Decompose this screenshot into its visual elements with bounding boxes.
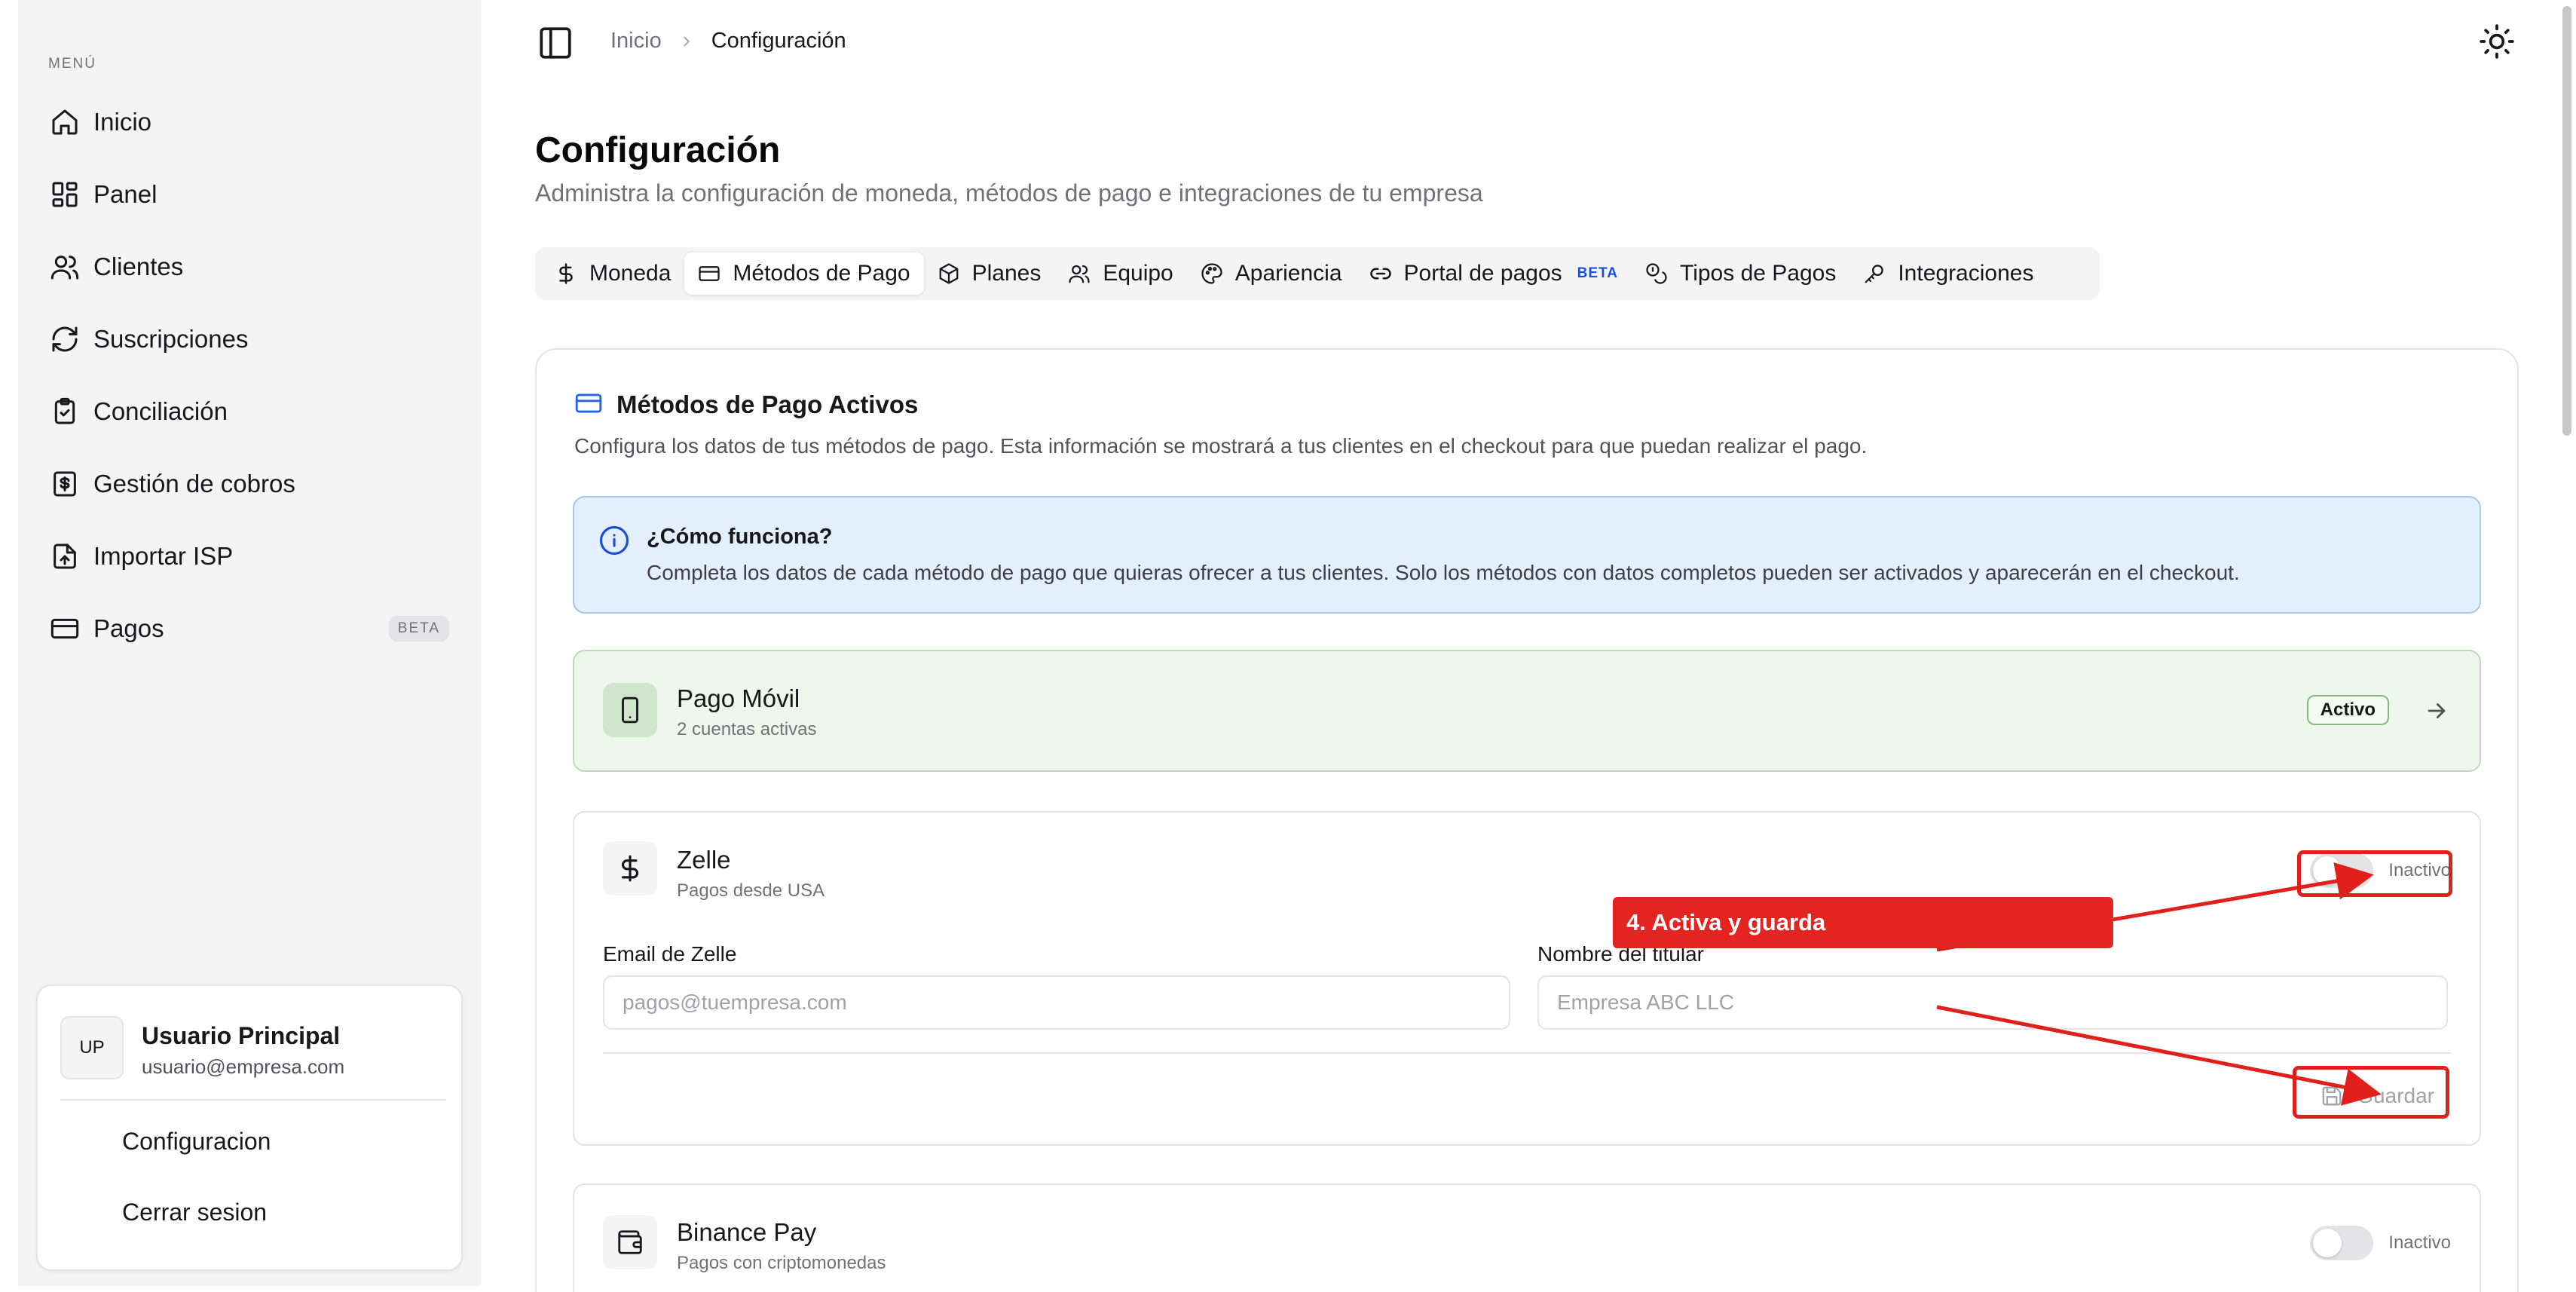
annotation-arrow-save — [1936, 1005, 2382, 1106]
annotation-label: 4. Activa y guarda — [1613, 897, 2113, 948]
scroll-thumb[interactable] — [2562, 6, 2571, 436]
scrollbar[interactable] — [2559, 0, 2576, 1292]
annotation-arrows — [1936, 862, 2382, 1106]
